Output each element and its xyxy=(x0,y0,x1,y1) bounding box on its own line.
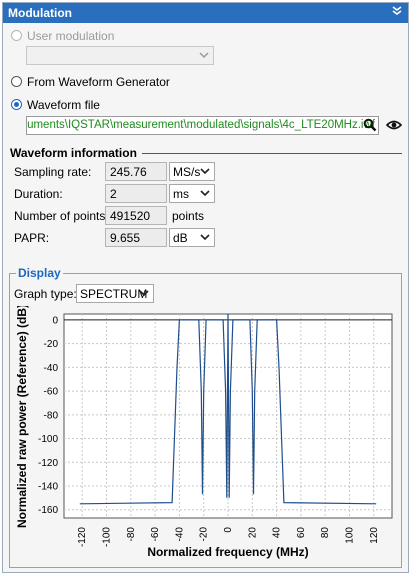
chevron-down-icon xyxy=(198,48,210,63)
sampling-rate-field: 245.76 xyxy=(105,162,167,181)
x-axis-label: Normalized frequency (MHz) xyxy=(147,545,308,559)
x-tick-label: 60 xyxy=(296,527,307,539)
waveform-file-label: Waveform file xyxy=(27,98,100,112)
section-divider xyxy=(142,153,402,154)
points-unit: points xyxy=(172,209,205,223)
points-label: Number of points: xyxy=(14,209,109,223)
y-axis-label: Normalized raw power (Reference) (dB) xyxy=(15,306,29,528)
display-heading: Display xyxy=(16,266,63,280)
from-generator-label: From Waveform Generator xyxy=(27,75,170,89)
x-tick-label: -120 xyxy=(77,527,88,547)
chevron-down-icon xyxy=(199,230,211,245)
graph-type-select[interactable]: SPECTRUM xyxy=(76,284,154,303)
x-tick-label: -80 xyxy=(126,527,137,542)
sampling-rate-label: Sampling rate: xyxy=(14,165,92,179)
user-modulation-radio[interactable] xyxy=(11,30,22,41)
y-tick-label: -160 xyxy=(38,505,58,516)
panel-header[interactable]: Modulation xyxy=(3,3,408,23)
x-tick-label: -100 xyxy=(102,527,113,547)
y-tick-label: -120 xyxy=(38,458,58,469)
duration-field: 2 xyxy=(105,184,167,203)
x-tick-label: 80 xyxy=(320,527,331,539)
panel-title: Modulation xyxy=(8,6,72,20)
chevron-down-icon xyxy=(138,286,150,301)
chevron-down-icon xyxy=(199,164,211,179)
chevron-down-icon xyxy=(199,186,211,201)
x-tick-label: 0 xyxy=(223,527,234,533)
waveform-file-radio[interactable] xyxy=(11,99,22,110)
papr-label: PAPR: xyxy=(14,231,50,245)
y-tick-label: -60 xyxy=(44,387,59,398)
graph-type-label: Graph type: xyxy=(14,287,77,301)
papr-unit-select[interactable]: dB xyxy=(169,228,215,247)
sampling-rate-unit-select[interactable]: MS/s xyxy=(169,162,215,181)
x-tick-label: 20 xyxy=(247,527,258,539)
y-tick-label: -20 xyxy=(44,339,59,350)
from-generator-radio[interactable] xyxy=(11,76,22,87)
search-icon[interactable] xyxy=(363,118,377,135)
y-tick-label: -140 xyxy=(38,481,58,492)
double-chevron-icon[interactable] xyxy=(390,5,404,19)
points-field: 491520 xyxy=(105,206,167,225)
x-tick-label: 120 xyxy=(369,527,380,544)
user-modulation-select[interactable] xyxy=(26,46,214,65)
spectrum-chart: -120 -100 -80 -60 -40 -20 0 20 40 60 80 100 120 0 -20 -… xyxy=(15,306,393,559)
x-tick-label: 40 xyxy=(272,527,283,539)
x-tick-label: -20 xyxy=(199,527,210,542)
duration-label: Duration: xyxy=(14,187,63,201)
x-tick-label: -40 xyxy=(174,527,185,542)
papr-field: 9.655 xyxy=(105,228,167,247)
duration-unit-select[interactable]: ms xyxy=(169,184,215,203)
y-tick-label: 0 xyxy=(52,315,58,326)
eye-icon[interactable] xyxy=(385,119,403,134)
y-tick-label: -40 xyxy=(44,363,59,374)
y-tick-label: -100 xyxy=(38,434,58,445)
x-tick-label: 100 xyxy=(344,527,355,544)
y-tick-label: -80 xyxy=(44,410,59,421)
x-tick-label: -60 xyxy=(150,527,161,542)
waveform-info-heading: Waveform information xyxy=(10,146,137,160)
user-modulation-label: User modulation xyxy=(27,29,115,43)
waveform-file-path-input[interactable]: cuments\IQSTAR\measurement\modulated\sig… xyxy=(26,116,379,135)
